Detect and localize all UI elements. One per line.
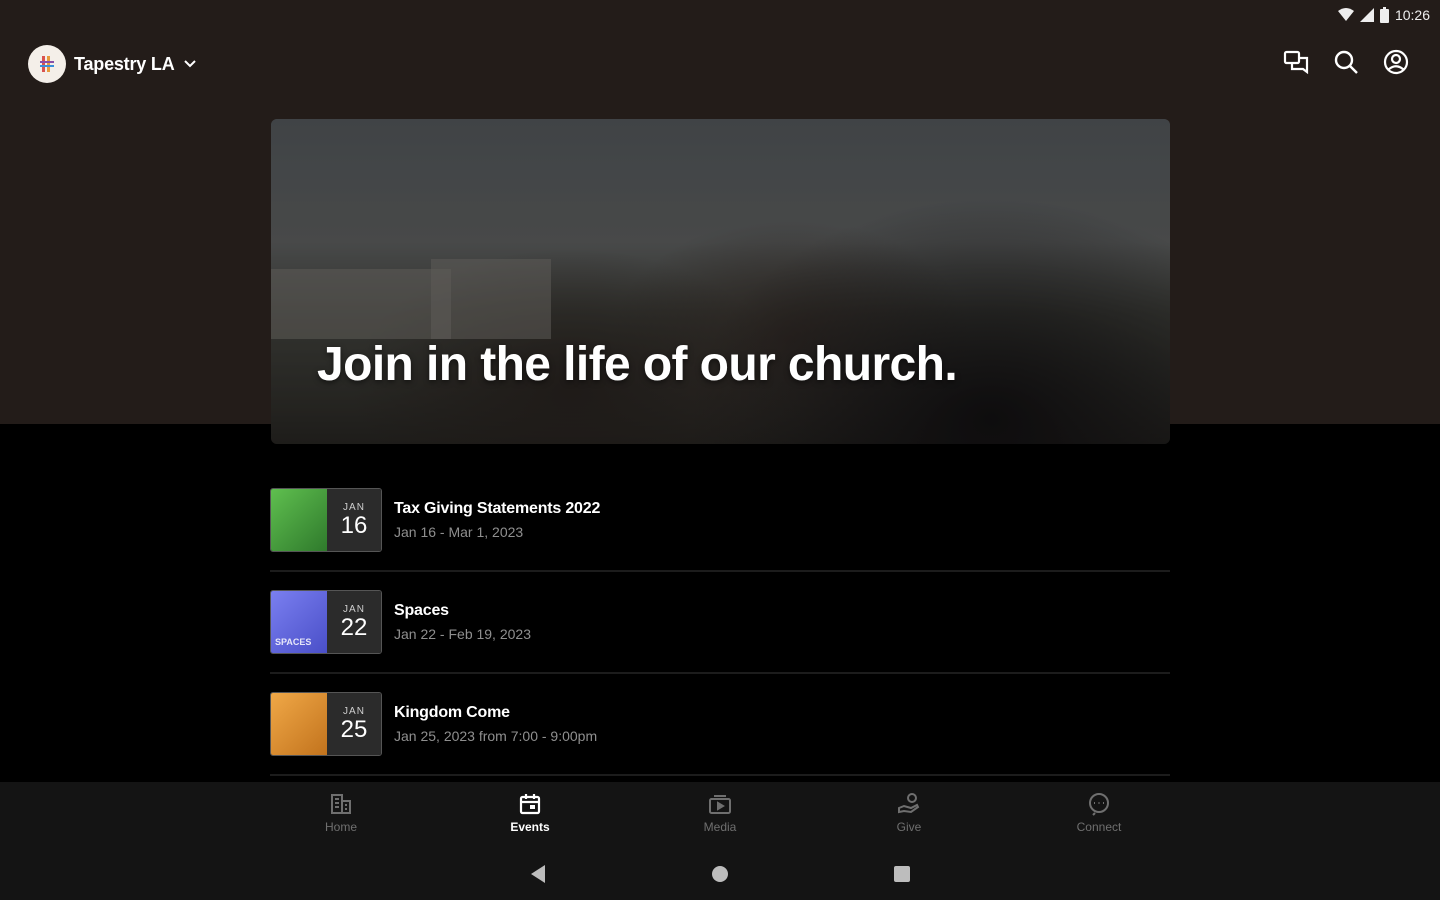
nav-label: Connect xyxy=(1076,820,1122,834)
back-triangle-icon xyxy=(531,865,545,883)
battery-icon xyxy=(1379,7,1389,23)
account-icon xyxy=(1383,49,1409,75)
status-bar: 10:26 xyxy=(1300,0,1440,30)
account-button[interactable] xyxy=(1382,48,1410,76)
chat-button[interactable] xyxy=(1282,48,1310,76)
event-day: 25 xyxy=(340,715,368,743)
event-title: Tax Giving Statements 2022 xyxy=(394,500,601,517)
hero-banner[interactable]: Join in the life of our church. xyxy=(271,119,1170,444)
event-image-text: SPACES xyxy=(275,637,312,647)
system-recents-button[interactable] xyxy=(890,862,914,886)
wifi-icon xyxy=(1337,8,1354,21)
system-back-button[interactable] xyxy=(526,862,550,886)
hero-overlay xyxy=(271,119,1170,444)
chat-icon xyxy=(1283,50,1309,74)
event-month: JAN xyxy=(343,603,365,615)
app-header: Tapestry LA xyxy=(0,40,1440,88)
event-day: 22 xyxy=(340,613,368,641)
nav-label: Events xyxy=(510,820,550,834)
nav-connect[interactable]: Connect xyxy=(1049,792,1149,834)
event-list: JAN 16 Tax Giving Statements 2022 Jan 16… xyxy=(270,470,1170,776)
nav-events[interactable]: Events xyxy=(480,792,580,834)
search-icon xyxy=(1334,50,1358,74)
event-item-spaces[interactable]: SPACES JAN 22 Spaces Jan 22 - Feb 19, 20… xyxy=(270,572,1170,674)
event-month: JAN xyxy=(343,501,365,513)
event-title: Kingdom Come xyxy=(394,704,510,721)
give-icon xyxy=(898,793,920,814)
nav-label: Give xyxy=(896,820,922,834)
event-title: Spaces xyxy=(394,602,449,619)
event-thumbnail: JAN 16 xyxy=(270,488,382,552)
system-navigation xyxy=(0,862,1440,886)
church-name: Tapestry LA xyxy=(74,53,175,74)
church-logo xyxy=(28,45,66,83)
connect-icon xyxy=(1089,793,1109,816)
nav-give[interactable]: Give xyxy=(859,792,959,834)
search-button[interactable] xyxy=(1332,48,1360,76)
event-day: 16 xyxy=(340,511,368,539)
event-image xyxy=(271,489,327,551)
hero-title: Join in the life of our church. xyxy=(317,338,958,391)
event-date: Jan 25, 2023 from 7:00 - 9:00pm xyxy=(394,728,598,744)
system-home-button[interactable] xyxy=(708,862,732,886)
calendar-icon xyxy=(519,794,541,815)
event-item-tax-giving[interactable]: JAN 16 Tax Giving Statements 2022 Jan 16… xyxy=(270,470,1170,572)
signal-icon xyxy=(1359,8,1374,22)
home-icon xyxy=(331,794,351,814)
recents-square-icon xyxy=(894,866,910,882)
nav-label: Home xyxy=(324,820,357,834)
nav-label: Media xyxy=(703,820,737,834)
event-date: Jan 22 - Feb 19, 2023 xyxy=(394,626,531,642)
bottom-navigation: Home Events Media Give Connect xyxy=(0,782,1440,900)
event-date: Jan 16 - Mar 1, 2023 xyxy=(394,524,524,540)
event-month: JAN xyxy=(343,705,365,717)
event-thumbnail: SPACES JAN 22 xyxy=(270,590,382,654)
tapestry-logo-icon xyxy=(40,56,54,72)
nav-home[interactable]: Home xyxy=(291,792,391,834)
event-image: SPACES xyxy=(271,591,327,653)
church-switcher[interactable]: Tapestry LA xyxy=(28,44,197,84)
event-image xyxy=(271,693,327,755)
home-circle-icon xyxy=(712,866,728,882)
chevron-down-icon xyxy=(183,60,196,68)
event-thumbnail: JAN 25 xyxy=(270,692,382,756)
media-icon xyxy=(709,795,731,814)
nav-media[interactable]: Media xyxy=(670,792,770,834)
status-time: 10:26 xyxy=(1394,7,1430,23)
event-item-kingdom-come[interactable]: JAN 25 Kingdom Come Jan 25, 2023 from 7:… xyxy=(270,674,1170,776)
